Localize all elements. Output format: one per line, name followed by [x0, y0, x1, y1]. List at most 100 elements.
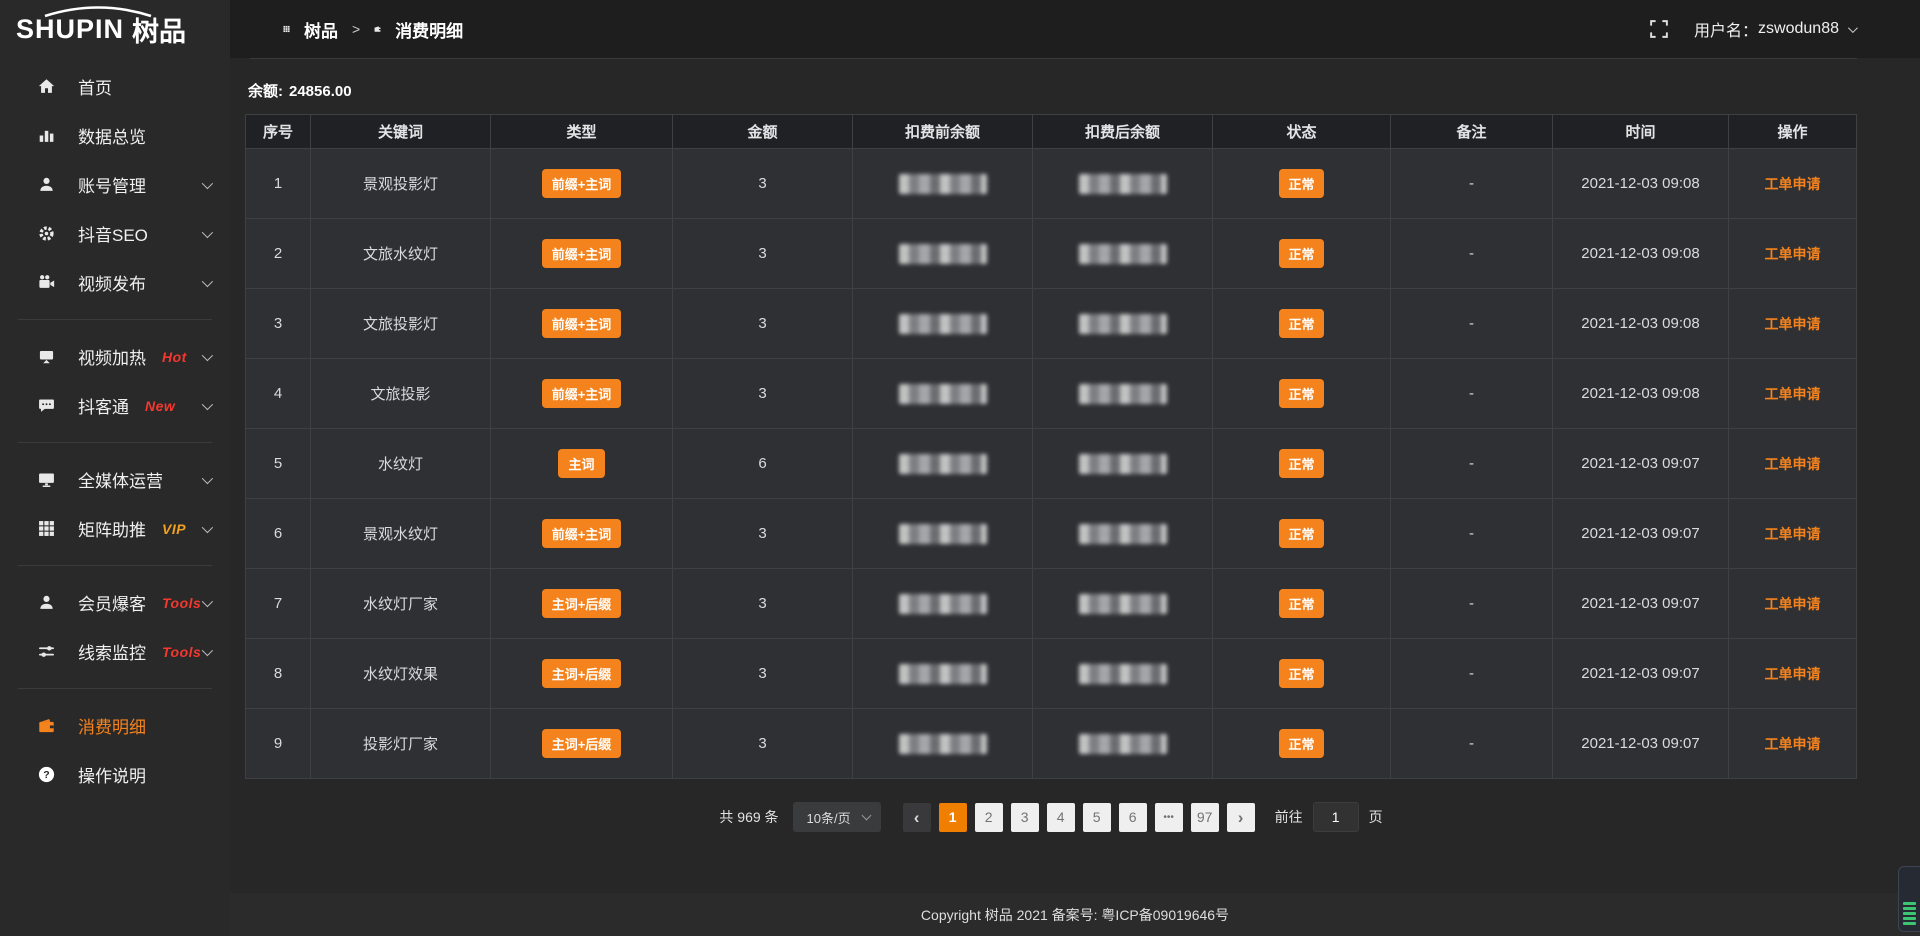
cell-balance-after [1033, 429, 1213, 499]
sidebar-item-label: 视频加热 [78, 344, 146, 369]
cell-type: 前缀+主词 [491, 219, 673, 289]
page-button-4[interactable]: 4 [1047, 803, 1075, 832]
sidebar-item-账号管理[interactable]: 账号管理 [0, 160, 230, 209]
cell-amount: 3 [673, 569, 853, 639]
chevron-down-icon [202, 644, 213, 655]
sidebar-item-操作说明[interactable]: ?操作说明 [0, 750, 230, 799]
menu-divider [18, 688, 212, 689]
cell-status: 正常 [1213, 359, 1391, 429]
sidebar-item-视频发布[interactable]: 视频发布 [0, 258, 230, 307]
grid-icon [283, 22, 297, 36]
page-button-1[interactable]: 1 [939, 803, 967, 832]
cell-seq: 5 [246, 429, 311, 499]
table-row: 4文旅投影前缀+主词3正常-2021-12-03 09:08工单申请 [246, 359, 1857, 429]
work-order-link[interactable]: 工单申请 [1765, 526, 1821, 542]
redacted-value [1079, 174, 1167, 194]
brand-logo[interactable]: SHUPIN 树品 [0, 0, 230, 58]
green-bar [1903, 902, 1916, 905]
breadcrumb: 树品>消费明细 [283, 17, 463, 42]
corner-widget[interactable] [1898, 866, 1920, 932]
column-header: 扣费后余额 [1033, 115, 1213, 149]
cell-seq: 6 [246, 499, 311, 569]
sidebar-item-label: 全媒体运营 [78, 467, 163, 492]
breadcrumb-item-消费明细[interactable]: 消费明细 [374, 17, 463, 42]
cell-seq: 4 [246, 359, 311, 429]
page-button-5[interactable]: 5 [1083, 803, 1111, 832]
cell-type: 前缀+主词 [491, 289, 673, 359]
redacted-value [1079, 454, 1167, 474]
cell-amount: 3 [673, 499, 853, 569]
consumption-table: 序号关键词类型金额扣费前余额扣费后余额状态备注时间操作 1景观投影灯前缀+主词3… [245, 114, 1857, 779]
balance: 余额:24856.00 [248, 80, 1857, 101]
cell-time: 2021-12-03 09:07 [1553, 499, 1729, 569]
cell-balance-after [1033, 709, 1213, 779]
work-order-link[interactable]: 工单申请 [1765, 736, 1821, 752]
sidebar-item-会员爆客[interactable]: 会员爆客Tools [0, 578, 230, 627]
sidebar-item-抖客通[interactable]: 抖客通New [0, 381, 230, 430]
cell-keyword: 景观水纹灯 [311, 499, 491, 569]
redacted-value [899, 734, 987, 754]
page-button-97[interactable]: 97 [1191, 803, 1219, 832]
sidebar-item-首页[interactable]: 首页 [0, 62, 230, 111]
goto-label: 前往 [1275, 807, 1303, 827]
cell-keyword: 文旅投影 [311, 359, 491, 429]
table-row: 1景观投影灯前缀+主词3正常-2021-12-03 09:08工单申请 [246, 149, 1857, 219]
next-page-button[interactable]: › [1227, 803, 1255, 832]
cell-amount: 3 [673, 359, 853, 429]
work-order-link[interactable]: 工单申请 [1765, 596, 1821, 612]
breadcrumb-item-树品[interactable]: 树品 [283, 17, 338, 42]
work-order-link[interactable]: 工单申请 [1765, 666, 1821, 682]
cell-remark: - [1391, 429, 1553, 499]
sidebar-item-抖音SEO[interactable]: 抖音SEO [0, 209, 230, 258]
work-order-link[interactable]: 工单申请 [1765, 316, 1821, 332]
work-order-link[interactable]: 工单申请 [1765, 456, 1821, 472]
page-buttons: 123456 ••• 97 [935, 803, 1223, 832]
sidebar-item-全媒体运营[interactable]: 全媒体运营 [0, 455, 230, 504]
work-order-link[interactable]: 工单申请 [1765, 176, 1821, 192]
page-button-3[interactable]: 3 [1011, 803, 1039, 832]
redacted-value [1079, 594, 1167, 614]
cell-time: 2021-12-03 09:07 [1553, 639, 1729, 709]
sidebar-item-矩阵助推[interactable]: 矩阵助推VIP [0, 504, 230, 553]
page-button-2[interactable]: 2 [975, 803, 1003, 832]
cell-balance-after [1033, 219, 1213, 289]
prev-page-button[interactable]: ‹ [903, 803, 931, 832]
fullscreen-icon[interactable] [1650, 20, 1668, 38]
cell-remark: - [1391, 359, 1553, 429]
user-dropdown[interactable]: 用户名： zswodun88 [1694, 17, 1855, 41]
sidebar-badge: Tools [162, 644, 201, 660]
sidebar-item-数据总览[interactable]: 数据总览 [0, 111, 230, 160]
sidebar-item-label: 矩阵助推 [78, 516, 146, 541]
sidebar-item-线索监控[interactable]: 线索监控Tools [0, 627, 230, 676]
breadcrumb-label: 树品 [304, 17, 338, 42]
chevron-down-icon [1848, 23, 1858, 33]
chevron-down-icon [202, 521, 213, 532]
cell-remark: - [1391, 499, 1553, 569]
page-button-6[interactable]: 6 [1119, 803, 1147, 832]
redacted-value [899, 314, 987, 334]
column-header: 类型 [491, 115, 673, 149]
username-label: 用户名： [1694, 17, 1758, 41]
cell-balance-before [853, 429, 1033, 499]
sidebar-item-消费明细[interactable]: 消费明细 [0, 701, 230, 750]
table-header-row: 序号关键词类型金额扣费前余额扣费后余额状态备注时间操作 [246, 115, 1857, 149]
cell-balance-after [1033, 149, 1213, 219]
work-order-link[interactable]: 工单申请 [1765, 246, 1821, 262]
redacted-value [1079, 314, 1167, 334]
username-value: zswodun88 [1758, 20, 1839, 38]
chevron-down-icon [202, 177, 213, 188]
cell-remark: - [1391, 149, 1553, 219]
redacted-value [899, 454, 987, 474]
cell-time: 2021-12-03 09:08 [1553, 359, 1729, 429]
chevron-down-icon [202, 275, 213, 286]
table-row: 7水纹灯厂家主词+后缀3正常-2021-12-03 09:07工单申请 [246, 569, 1857, 639]
cell-amount: 3 [673, 709, 853, 779]
page-size-select[interactable]: 10条/页 [793, 802, 881, 832]
ellipsis-button[interactable]: ••• [1155, 803, 1183, 832]
goto-page-input[interactable] [1313, 802, 1359, 832]
table-body: 1景观投影灯前缀+主词3正常-2021-12-03 09:08工单申请2文旅水纹… [246, 149, 1857, 779]
work-order-link[interactable]: 工单申请 [1765, 386, 1821, 402]
sidebar-item-视频加热[interactable]: 视频加热Hot [0, 332, 230, 381]
chat-icon [38, 397, 58, 414]
cell-remark: - [1391, 569, 1553, 639]
